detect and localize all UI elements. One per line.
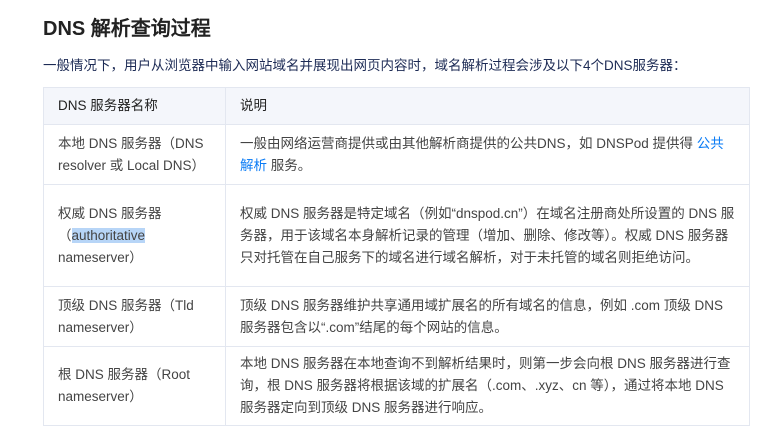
description-text: 一般由网络运营商提供或由其他解析商提供的公共DNS，如 DNSPod 提供得 [240,135,697,151]
table-header-row: DNS 服务器名称 说明 [43,87,750,125]
table-row: 根 DNS 服务器（Root nameserver） 本地 DNS 服务器在本地… [43,346,750,426]
server-name-cell: 本地 DNS 服务器（DNS resolver 或 Local DNS） [43,124,226,185]
description-cell: 本地 DNS 服务器在本地查询不到解析结果时，则第一步会向根 DNS 服务器进行… [225,346,750,426]
server-name-text: nameserver） [58,249,143,265]
server-name-cell: 权威 DNS 服务器（authoritative nameserver） [43,184,226,287]
table-row: 权威 DNS 服务器（authoritative nameserver） 权威 … [43,184,750,287]
table-row: 本地 DNS 服务器（DNS resolver 或 Local DNS） 一般由… [43,124,750,185]
selected-text: authoritative [71,227,146,243]
server-name-cell: 顶级 DNS 服务器（Tld nameserver） [43,286,226,347]
header-description: 说明 [225,87,750,125]
header-server-name: DNS 服务器名称 [43,87,226,125]
description-cell: 一般由网络运营商提供或由其他解析商提供的公共DNS，如 DNSPod 提供得 公… [225,124,750,185]
page-title: DNS 解析查询过程 [43,18,211,40]
description-cell: 权威 DNS 服务器是特定域名（例如“dnspod.cn”）在域名注册商处所设置… [225,184,750,287]
server-name-cell: 根 DNS 服务器（Root nameserver） [43,346,226,426]
table-row: 顶级 DNS 服务器（Tld nameserver） 顶级 DNS 服务器维护共… [43,286,750,347]
description-text: 服务。 [267,157,312,173]
description-cell: 顶级 DNS 服务器维护共享通用域扩展名的所有域名的信息，例如 .com 顶级 … [225,286,750,347]
intro-paragraph: 一般情况下，用户从浏览器中输入网站域名并展现出网页内容时，域名解析过程会涉及以下… [43,58,687,73]
dns-server-table: DNS 服务器名称 说明 本地 DNS 服务器（DNS resolver 或 L… [43,87,750,426]
